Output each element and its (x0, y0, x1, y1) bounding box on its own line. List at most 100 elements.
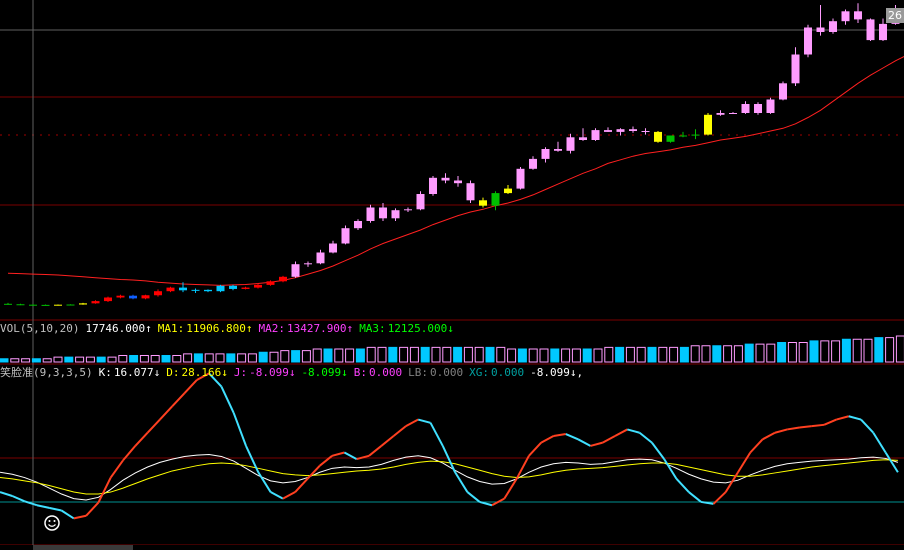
j-line-segment (405, 418, 419, 428)
volume-bar (0, 358, 9, 363)
lb-value: 0.000 (430, 366, 464, 379)
volume-bar (539, 348, 549, 363)
volume-bar (301, 350, 311, 363)
volume-bar (237, 353, 247, 363)
candle-body (641, 131, 650, 132)
smiley-mouth (48, 524, 56, 527)
kdj-indicator-name: 笑脸准(9,3,3,5) (0, 366, 93, 379)
candle-body (704, 114, 712, 135)
candle-body (66, 304, 75, 306)
j-line-segment (872, 432, 887, 454)
candle-body (754, 104, 762, 113)
d-label: D: (166, 366, 180, 379)
j2-value: -8.099↓ (301, 366, 348, 379)
candle-body (679, 135, 687, 137)
j-line-segment (392, 425, 407, 437)
candle-body (404, 209, 412, 211)
volume-bar (636, 346, 646, 363)
j-line-segment (454, 471, 469, 493)
volume-bar (561, 348, 571, 363)
candle-body (441, 177, 450, 181)
volume-bar (625, 346, 635, 363)
j-line-segment (614, 428, 628, 437)
candle-body (804, 27, 812, 55)
j-line-segment (577, 438, 591, 447)
j-line-segment (762, 431, 776, 441)
j-line-segment (48, 506, 62, 512)
volume-bar (690, 345, 700, 363)
volume-bar (885, 337, 895, 363)
volume-bar (701, 345, 711, 363)
volume-bar (755, 343, 765, 363)
volume-indicator-header: VOL(5,10,20) 17746.000↑ MA1: 11906.800↑ MA2:… (0, 322, 904, 336)
volume-bar (139, 355, 149, 363)
j-line-segment (171, 392, 186, 408)
volume-bar (863, 338, 873, 363)
volume-bar (442, 346, 452, 363)
volume-bar (291, 350, 301, 363)
lb-label: LB: (408, 366, 429, 379)
volume-value: 17746.000↑ (85, 322, 152, 335)
candle-body (554, 149, 562, 151)
volume-bar (10, 358, 20, 363)
candle-body (204, 289, 212, 292)
candle-body (604, 130, 612, 132)
volume-bar (345, 348, 355, 363)
candle-body (154, 291, 162, 296)
volume-bar (388, 346, 398, 363)
candle-body (179, 287, 187, 291)
volume-bar (204, 353, 214, 363)
volume-bar (615, 346, 625, 363)
ma2-label: MA2: (258, 322, 285, 335)
volume-bar (777, 342, 787, 363)
j-label: J: (233, 366, 248, 379)
j-line-segment (0, 491, 13, 497)
candle-body (41, 304, 50, 306)
candle-body (291, 264, 300, 277)
candle-body (541, 149, 550, 159)
j-line-segment (380, 435, 395, 447)
volume-bar (507, 348, 517, 363)
candle-body (829, 21, 837, 32)
b-label: B: (353, 366, 368, 379)
candle-body (329, 243, 337, 253)
ma1-label: MA1: (157, 322, 185, 335)
candle-body (791, 54, 800, 84)
volume-bar (21, 358, 31, 363)
xg-value: 0.000 (491, 366, 525, 379)
volume-bar (129, 355, 139, 363)
j-value: -8.099↓ (249, 366, 296, 379)
volume-bar (798, 342, 808, 363)
volume-bar (183, 353, 193, 363)
moving-average-line (7, 55, 904, 286)
volume-bar (107, 356, 117, 363)
j-line-segment (749, 438, 764, 454)
candle-body (104, 297, 112, 302)
candle-body (379, 207, 387, 219)
volume-bar (226, 353, 236, 363)
smiley-eye-left (48, 520, 51, 522)
volume-bar (53, 356, 63, 363)
candle-body (354, 221, 362, 229)
volume-bar (42, 358, 52, 363)
volume-bar (474, 346, 484, 363)
j-line-segment (183, 379, 198, 394)
candle-body (816, 27, 825, 32)
volume-bar (85, 356, 95, 363)
smiley-eye-right (53, 520, 56, 522)
j-line-segment (553, 433, 566, 438)
volume-bar (399, 346, 409, 363)
volume-bar (582, 348, 592, 363)
candle-body (516, 168, 525, 189)
candle-body (454, 180, 462, 184)
j-line-segment (737, 451, 752, 473)
smiley-face-icon (44, 515, 60, 531)
candle-body (866, 19, 875, 41)
candle-body (654, 131, 662, 142)
j-line-segment (799, 425, 812, 429)
volume-bar (409, 346, 419, 363)
j-line-segment (109, 459, 124, 479)
volume-bar (895, 335, 904, 363)
candle-body (691, 134, 700, 136)
volume-bar (841, 338, 851, 363)
